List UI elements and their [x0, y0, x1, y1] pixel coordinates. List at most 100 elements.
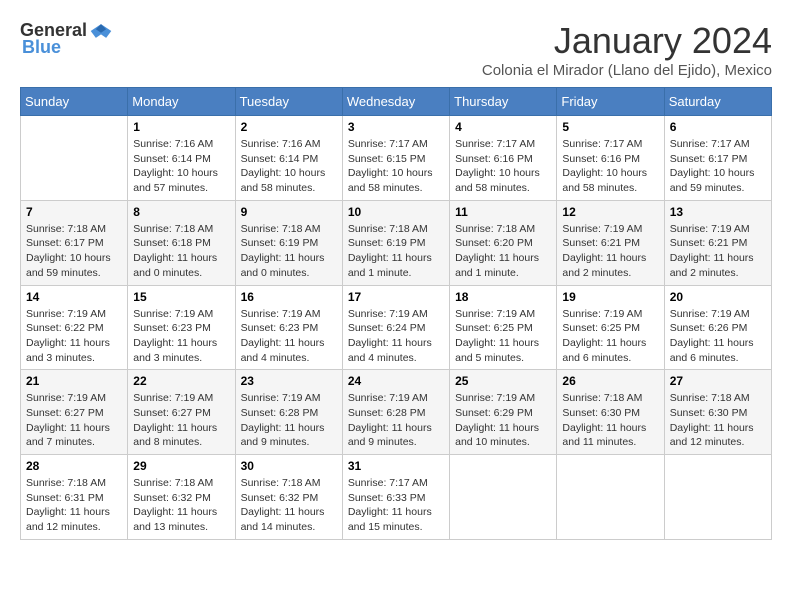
table-row	[450, 455, 557, 540]
table-row: 6Sunrise: 7:17 AM Sunset: 6:17 PM Daylig…	[664, 116, 771, 201]
calendar-week-1: 1 Sunrise: 7:16 AM Sunset: 6:14 PM Daylig…	[21, 116, 772, 201]
day-number: 26	[562, 374, 658, 388]
day-number: 3	[348, 120, 444, 134]
day-number: 7	[26, 205, 122, 219]
day-number: 27	[670, 374, 766, 388]
page-header: General Blue January 2024 Colonia el Mir…	[20, 20, 772, 79]
table-row: 21 Sunrise: 7:19 AM Sunset: 6:27 PM Dayli…	[21, 370, 128, 455]
day-number: 6	[670, 120, 766, 134]
table-row: 25 Sunrise: 7:19 AM Sunset: 6:29 PM Dayli…	[450, 370, 557, 455]
title-block: January 2024 Colonia el Mirador (Llano d…	[482, 20, 772, 79]
day-number: 13	[670, 205, 766, 219]
logo: General Blue	[20, 20, 113, 58]
day-number: 30	[241, 459, 337, 473]
table-row: 23 Sunrise: 7:19 AM Sunset: 6:28 PM Dayli…	[235, 370, 342, 455]
table-row: 11 Sunrise: 7:18 AM Sunset: 6:20 PM Dayli…	[450, 200, 557, 285]
table-row: 24 Sunrise: 7:19 AM Sunset: 6:28 PM Dayli…	[342, 370, 449, 455]
calendar-week-4: 21 Sunrise: 7:19 AM Sunset: 6:27 PM Dayli…	[21, 370, 772, 455]
table-row: 7 Sunrise: 7:18 AM Sunset: 6:17 PM Daylig…	[21, 200, 128, 285]
day-info: Sunrise: 7:18 AM Sunset: 6:32 PM Dayligh…	[241, 476, 337, 535]
day-number: 11	[455, 205, 551, 219]
table-row	[21, 116, 128, 201]
day-info: Sunrise: 7:18 AM Sunset: 6:19 PM Dayligh…	[348, 222, 444, 281]
day-number: 1	[133, 120, 229, 134]
table-row: 28 Sunrise: 7:18 AM Sunset: 6:31 PM Dayli…	[21, 455, 128, 540]
table-row: 20 Sunrise: 7:19 AM Sunset: 6:26 PM Dayli…	[664, 285, 771, 370]
day-info: Sunrise: 7:18 AM Sunset: 6:32 PM Dayligh…	[133, 476, 229, 535]
table-row: 22 Sunrise: 7:19 AM Sunset: 6:27 PM Dayli…	[128, 370, 235, 455]
day-info: Sunrise: 7:18 AM Sunset: 6:19 PM Dayligh…	[241, 222, 337, 281]
table-row: 14 Sunrise: 7:19 AM Sunset: 6:22 PM Dayli…	[21, 285, 128, 370]
table-row: 4Sunrise: 7:17 AM Sunset: 6:16 PM Daylig…	[450, 116, 557, 201]
day-number: 17	[348, 290, 444, 304]
table-row: 12Sunrise: 7:19 AM Sunset: 6:21 PM Dayli…	[557, 200, 664, 285]
table-row: 30 Sunrise: 7:18 AM Sunset: 6:32 PM Dayli…	[235, 455, 342, 540]
day-info: Sunrise: 7:19 AM Sunset: 6:26 PM Dayligh…	[670, 307, 766, 366]
day-number: 29	[133, 459, 229, 473]
day-number: 18	[455, 290, 551, 304]
day-info: Sunrise: 7:19 AM Sunset: 6:23 PM Dayligh…	[133, 307, 229, 366]
day-info: Sunrise: 7:19 AM Sunset: 6:22 PM Dayligh…	[26, 307, 122, 366]
table-row	[557, 455, 664, 540]
table-row: 2Sunrise: 7:16 AM Sunset: 6:14 PM Daylig…	[235, 116, 342, 201]
day-number: 19	[562, 290, 658, 304]
header-tuesday: Tuesday	[235, 88, 342, 116]
table-row: 9 Sunrise: 7:18 AM Sunset: 6:19 PM Daylig…	[235, 200, 342, 285]
header-monday: Monday	[128, 88, 235, 116]
calendar-header-row: Sunday Monday Tuesday Wednesday Thursday…	[21, 88, 772, 116]
day-number: 25	[455, 374, 551, 388]
logo-blue: Blue	[22, 37, 61, 58]
day-number: 15	[133, 290, 229, 304]
day-info: Sunrise: 7:17 AM Sunset: 6:16 PM Dayligh…	[455, 137, 551, 196]
day-info: Sunrise: 7:19 AM Sunset: 6:23 PM Dayligh…	[241, 307, 337, 366]
table-row: 17Sunrise: 7:19 AM Sunset: 6:24 PM Dayli…	[342, 285, 449, 370]
header-friday: Friday	[557, 88, 664, 116]
day-number: 31	[348, 459, 444, 473]
day-number: 21	[26, 374, 122, 388]
day-number: 28	[26, 459, 122, 473]
calendar-week-3: 14 Sunrise: 7:19 AM Sunset: 6:22 PM Dayli…	[21, 285, 772, 370]
day-number: 16	[241, 290, 337, 304]
header-thursday: Thursday	[450, 88, 557, 116]
table-row: 1 Sunrise: 7:16 AM Sunset: 6:14 PM Daylig…	[128, 116, 235, 201]
day-info: Sunrise: 7:17 AM Sunset: 6:33 PM Dayligh…	[348, 476, 444, 535]
day-info: Sunrise: 7:18 AM Sunset: 6:20 PM Dayligh…	[455, 222, 551, 281]
header-sunday: Sunday	[21, 88, 128, 116]
day-info: Sunrise: 7:17 AM Sunset: 6:15 PM Dayligh…	[348, 137, 444, 196]
table-row: 19Sunrise: 7:19 AM Sunset: 6:25 PM Dayli…	[557, 285, 664, 370]
table-row: 29 Sunrise: 7:18 AM Sunset: 6:32 PM Dayli…	[128, 455, 235, 540]
day-info: Sunrise: 7:19 AM Sunset: 6:28 PM Dayligh…	[348, 391, 444, 450]
table-row: 8 Sunrise: 7:18 AM Sunset: 6:18 PM Daylig…	[128, 200, 235, 285]
day-info: Sunrise: 7:18 AM Sunset: 6:18 PM Dayligh…	[133, 222, 229, 281]
day-number: 10	[348, 205, 444, 219]
day-number: 5	[562, 120, 658, 134]
day-info: Sunrise: 7:19 AM Sunset: 6:27 PM Dayligh…	[133, 391, 229, 450]
day-info: Sunrise: 7:19 AM Sunset: 6:28 PM Dayligh…	[241, 391, 337, 450]
table-row: 10 Sunrise: 7:18 AM Sunset: 6:19 PM Dayli…	[342, 200, 449, 285]
day-number: 20	[670, 290, 766, 304]
day-number: 24	[348, 374, 444, 388]
day-number: 23	[241, 374, 337, 388]
day-info: Sunrise: 7:18 AM Sunset: 6:30 PM Dayligh…	[670, 391, 766, 450]
day-info: Sunrise: 7:16 AM Sunset: 6:14 PM Dayligh…	[133, 137, 229, 196]
day-number: 22	[133, 374, 229, 388]
table-row: 3 Sunrise: 7:17 AM Sunset: 6:15 PM Daylig…	[342, 116, 449, 201]
day-info: Sunrise: 7:19 AM Sunset: 6:29 PM Dayligh…	[455, 391, 551, 450]
table-row: 26Sunrise: 7:18 AM Sunset: 6:30 PM Dayli…	[557, 370, 664, 455]
day-info: Sunrise: 7:18 AM Sunset: 6:17 PM Dayligh…	[26, 222, 122, 281]
day-info: Sunrise: 7:19 AM Sunset: 6:25 PM Dayligh…	[455, 307, 551, 366]
day-number: 14	[26, 290, 122, 304]
day-number: 9	[241, 205, 337, 219]
table-row	[664, 455, 771, 540]
table-row: 18 Sunrise: 7:19 AM Sunset: 6:25 PM Dayli…	[450, 285, 557, 370]
calendar-table: Sunday Monday Tuesday Wednesday Thursday…	[20, 87, 772, 540]
day-info: Sunrise: 7:18 AM Sunset: 6:31 PM Dayligh…	[26, 476, 122, 535]
location-title: Colonia el Mirador (Llano del Ejido), Me…	[482, 62, 772, 79]
table-row: 13Sunrise: 7:19 AM Sunset: 6:21 PM Dayli…	[664, 200, 771, 285]
day-number: 8	[133, 205, 229, 219]
day-info: Sunrise: 7:19 AM Sunset: 6:27 PM Dayligh…	[26, 391, 122, 450]
table-row: 16 Sunrise: 7:19 AM Sunset: 6:23 PM Dayli…	[235, 285, 342, 370]
header-saturday: Saturday	[664, 88, 771, 116]
table-row: 27 Sunrise: 7:18 AM Sunset: 6:30 PM Dayli…	[664, 370, 771, 455]
table-row: 15 Sunrise: 7:19 AM Sunset: 6:23 PM Dayli…	[128, 285, 235, 370]
